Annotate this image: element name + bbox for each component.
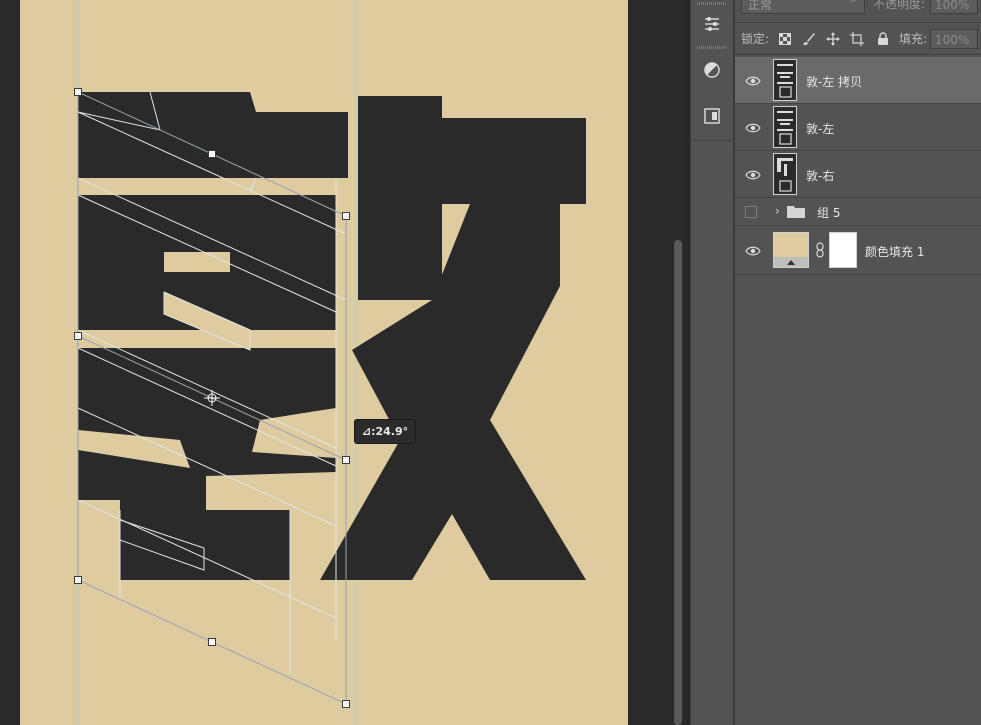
- panel-dock: [690, 0, 734, 725]
- handle-top-middle[interactable]: [208, 150, 216, 158]
- eye-icon[interactable]: [745, 75, 761, 87]
- handle-top-right[interactable]: [342, 212, 350, 220]
- fill-label: 填充:: [899, 32, 928, 46]
- artwork-svg: [74, 0, 586, 725]
- fill-field[interactable]: 100%: [930, 29, 978, 49]
- visibility-toggle[interactable]: [745, 206, 757, 218]
- scrollbar-thumb[interactable]: [674, 240, 682, 725]
- chevron-right-icon[interactable]: ›: [775, 204, 780, 218]
- layer-comps-button[interactable]: [691, 98, 733, 134]
- adjustments-icon: [705, 17, 719, 31]
- handle-bottom-left[interactable]: [74, 576, 82, 584]
- layer-mask-thumbnail[interactable]: [829, 232, 857, 268]
- eye-icon[interactable]: [745, 169, 761, 181]
- dock-grip[interactable]: [697, 46, 727, 49]
- chevron-down-icon: ﹀: [848, 0, 858, 10]
- layer-name: 组 5: [817, 206, 841, 220]
- layers-panel: 正常 ﹀ 不透明度: 100% 锁定: 填充: 100% 敦-左 拷贝 敦-左 …: [735, 0, 981, 725]
- eye-icon[interactable]: [745, 245, 761, 257]
- eye-icon[interactable]: [745, 122, 761, 134]
- canvas-scrollbar[interactable]: [672, 0, 684, 725]
- layer-comps-icon: [704, 108, 720, 124]
- layer-row[interactable]: 敦-右: [735, 151, 981, 198]
- layer-row[interactable]: 颜色填充 1: [735, 226, 981, 275]
- contrast-icon: [704, 62, 720, 78]
- smart-object-thumbnail: [773, 153, 797, 195]
- lock-brush-icon[interactable]: [801, 31, 817, 47]
- handle-bottom-middle[interactable]: [208, 638, 216, 646]
- layer-name: 敦-左 拷贝: [806, 75, 863, 89]
- glyph-right: [320, 96, 586, 580]
- handle-middle-right[interactable]: [342, 456, 350, 464]
- blend-mode-select[interactable]: 正常 ﹀: [741, 0, 865, 14]
- blend-row: 正常 ﹀ 不透明度: 100%: [735, 0, 981, 23]
- lock-transparent-icon[interactable]: [777, 31, 793, 47]
- lock-artboard-icon[interactable]: [849, 31, 865, 47]
- handle-top-left[interactable]: [74, 88, 82, 96]
- layer-name: 颜色填充 1: [865, 245, 925, 259]
- smart-object-thumbnail: [773, 59, 797, 101]
- layer-row[interactable]: 敦-左 拷贝: [735, 57, 981, 104]
- lock-label: 锁定:: [741, 32, 770, 46]
- document-canvas[interactable]: ⊿:24.9°: [0, 0, 668, 725]
- artboard[interactable]: [20, 0, 628, 725]
- opacity-label: 不透明度:: [873, 0, 926, 11]
- opacity-field[interactable]: 100%: [930, 0, 978, 14]
- layer-name: 敦-右: [806, 169, 835, 183]
- adjustment-layer-button[interactable]: [691, 52, 733, 88]
- folder-icon: [787, 206, 805, 218]
- glyph-left: [78, 92, 348, 580]
- lock-move-icon[interactable]: [825, 31, 841, 47]
- smart-object-thumbnail: [773, 106, 797, 148]
- layer-group-row[interactable]: › 组 5: [735, 198, 981, 226]
- link-chain-icon[interactable]: [815, 242, 825, 258]
- fill-color-thumbnail[interactable]: [773, 232, 809, 268]
- blend-mode-value: 正常: [748, 0, 773, 12]
- handle-bottom-right[interactable]: [342, 700, 350, 708]
- layer-name: 敦-左: [806, 122, 835, 136]
- skew-angle-readout: ⊿:24.9°: [354, 419, 416, 444]
- lock-all-icon[interactable]: [875, 31, 891, 47]
- lock-row: 锁定: 填充: 100%: [735, 24, 981, 55]
- dock-grip[interactable]: [697, 2, 727, 5]
- layer-row[interactable]: 敦-左: [735, 104, 981, 151]
- handle-middle-left[interactable]: [74, 332, 82, 340]
- adjustments-button[interactable]: [691, 6, 733, 42]
